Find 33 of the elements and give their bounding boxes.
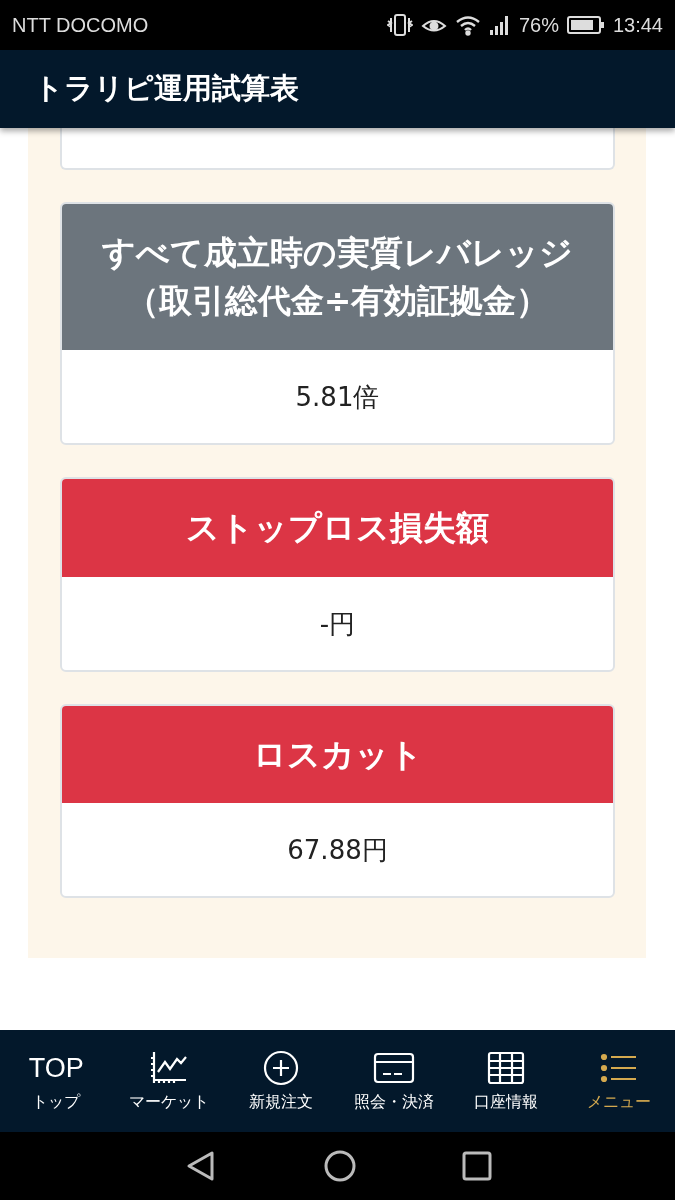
battery-percent: 76%	[518, 13, 559, 37]
card-value: 67.88円	[286, 834, 389, 868]
top-label: TOP	[28, 1051, 84, 1085]
nav-tab[interactable]: マーケット	[112, 1049, 225, 1113]
nav-label: 口座情報	[474, 1091, 539, 1113]
card-title: すべて成立時の実質レバレッジ	[102, 232, 573, 274]
recents-icon[interactable]	[461, 1151, 492, 1181]
plus-circle-icon	[262, 1049, 301, 1086]
nav-label: マーケット	[128, 1091, 209, 1113]
nav-label: 照会・決済	[353, 1091, 434, 1113]
chart-icon	[149, 1049, 188, 1086]
grid-icon	[487, 1049, 526, 1086]
home-icon[interactable]	[322, 1149, 357, 1183]
battery-icon	[566, 15, 605, 35]
card-title: （取引総代金÷有効証拠金）	[125, 279, 550, 322]
card-title: ストップロス損失額	[186, 506, 489, 549]
nav-label: メニュー	[586, 1091, 651, 1113]
nav-tab[interactable]: 新規注文	[225, 1049, 338, 1113]
card-title: ロスカット	[252, 733, 423, 776]
card-value: -円	[318, 607, 357, 641]
card-value: 5.81倍	[294, 380, 381, 414]
nav-tab[interactable]: 照会・決済	[337, 1049, 450, 1113]
nav-label: トップ	[32, 1091, 81, 1113]
nav-tab[interactable]: メニュー	[562, 1049, 675, 1113]
vibrate-icon	[386, 12, 413, 38]
carrier-name: NTT DOCOMO	[12, 13, 149, 37]
signal-icon	[488, 14, 511, 36]
wifi-icon	[454, 14, 481, 36]
nav-tab[interactable]: 口座情報	[450, 1049, 563, 1113]
nav-tab[interactable]: TOP トップ	[0, 1049, 113, 1113]
nav-label: 新規注文	[249, 1091, 314, 1113]
clock-time: 13:44	[612, 13, 663, 37]
page-title: トラリピ運用試算表	[34, 70, 299, 107]
